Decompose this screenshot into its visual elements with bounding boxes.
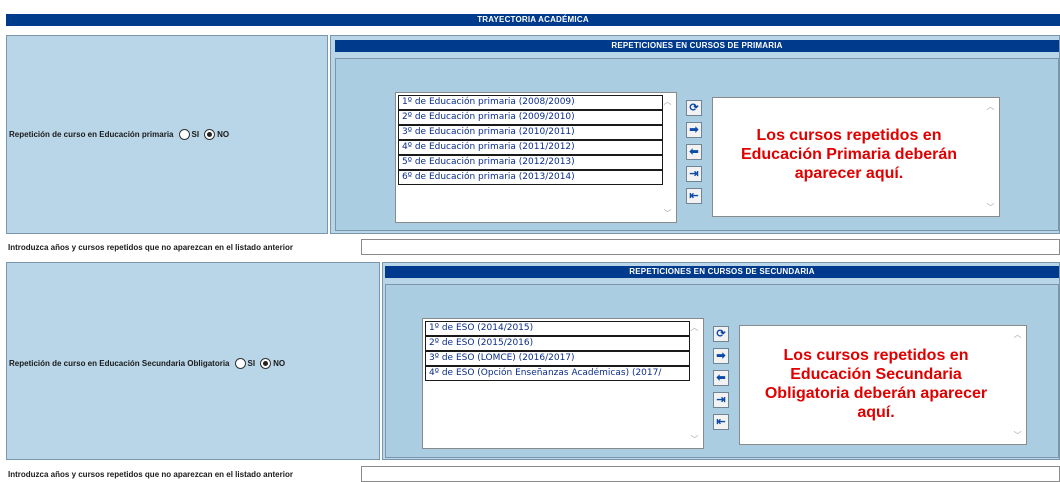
primaria-radio-no[interactable]	[204, 128, 216, 140]
primaria-inner-panel: 1º de Educación primaria (2008/2009) 2º …	[335, 58, 1059, 231]
remove-selected-button[interactable]: ⬅	[713, 370, 729, 386]
primaria-radio-no-label: NO	[217, 129, 230, 139]
section-title: TRAYECTORIA ACADÉMICA	[6, 14, 1060, 26]
primaria-list-scrollbar[interactable]: ︿ ﹀	[660, 94, 675, 221]
secundaria-courses-panel: REPETICIONES EN CURSOS DE SECUNDARIA 1º …	[382, 262, 1060, 460]
secundaria-radio-si[interactable]	[234, 357, 246, 369]
chevron-up-icon[interactable]: ︿	[983, 101, 998, 112]
primaria-radio-si[interactable]	[178, 128, 190, 140]
add-all-button[interactable]: ⇥	[686, 166, 702, 182]
add-selected-button[interactable]: ➡	[686, 122, 702, 138]
arrow-left-bar-icon: ⇤	[716, 415, 726, 428]
primaria-question-label: Repetición de curso en Educación primari…	[9, 129, 174, 139]
secundaria-radio-si-label: SI	[247, 358, 256, 368]
arrow-right-icon: ➡	[689, 123, 699, 136]
secundaria-list-scrollbar[interactable]: ︿ ﹀	[687, 320, 702, 447]
add-selected-button[interactable]: ➡	[713, 348, 729, 364]
list-item[interactable]: 2º de ESO (2015/2016)	[425, 336, 690, 351]
arrow-right-bar-icon: ⇥	[689, 167, 699, 180]
secundaria-question-cell: Repetición de curso en Educación Secunda…	[6, 262, 380, 460]
primaria-message: Los cursos repetidos en Educación Primar…	[740, 127, 958, 182]
primaria-header: REPETICIONES EN CURSOS DE PRIMARIA	[335, 40, 1059, 52]
chevron-down-icon[interactable]: ﹀	[660, 208, 675, 219]
chevron-down-icon[interactable]: ﹀	[687, 434, 702, 445]
primaria-courses-list[interactable]: 1º de Educación primaria (2008/2009) 2º …	[395, 92, 677, 223]
remove-all-button[interactable]: ⇤	[686, 188, 702, 204]
primaria-other-label: Introduzca años y cursos repetidos que n…	[8, 242, 293, 252]
chevron-up-icon[interactable]: ︿	[1010, 329, 1025, 340]
secundaria-radio-no-label: NO	[273, 358, 286, 368]
chevron-down-icon[interactable]: ﹀	[1010, 430, 1025, 441]
refresh-icon: ⟳	[716, 327, 726, 340]
list-item[interactable]: 3º de ESO (LOMCE) (2016/2017)	[425, 351, 690, 366]
list-item[interactable]: 2º de Educación primaria (2009/2010)	[398, 110, 663, 125]
primaria-courses-panel: REPETICIONES EN CURSOS DE PRIMARIA 1º de…	[330, 35, 1060, 234]
arrow-right-bar-icon: ⇥	[716, 393, 726, 406]
primaria-question-cell: Repetición de curso en Educación primari…	[6, 35, 328, 234]
list-item[interactable]: 4º de Educación primaria (2011/2012)	[398, 140, 663, 155]
list-item[interactable]: 6º de Educación primaria (2013/2014)	[398, 170, 663, 185]
secundaria-selected-list[interactable]: Los cursos repetidos en Educación Secund…	[739, 325, 1027, 445]
secundaria-other-label: Introduzca años y cursos repetidos que n…	[8, 469, 293, 479]
secundaria-header: REPETICIONES EN CURSOS DE SECUNDARIA	[385, 266, 1059, 278]
secundaria-selected-scrollbar[interactable]: ︿ ﹀	[1010, 327, 1025, 443]
list-item[interactable]: 4º de ESO (Opción Enseñanzas Académicas)…	[425, 366, 690, 381]
primaria-selected-scrollbar[interactable]: ︿ ﹀	[983, 99, 998, 215]
list-item[interactable]: 5º de Educación primaria (2012/2013)	[398, 155, 663, 170]
secundaria-courses-list[interactable]: 1º de ESO (2014/2015) 2º de ESO (2015/20…	[422, 318, 704, 449]
secundaria-question-label: Repetición de curso en Educación Secunda…	[9, 358, 230, 368]
refresh-button[interactable]: ⟳	[713, 326, 729, 342]
secundaria-other-input[interactable]	[361, 466, 1060, 482]
remove-selected-button[interactable]: ⬅	[686, 144, 702, 160]
arrow-right-icon: ➡	[716, 349, 726, 362]
primaria-selected-list[interactable]: Los cursos repetidos en Educación Primar…	[712, 97, 1000, 217]
list-item[interactable]: 1º de Educación primaria (2008/2009)	[398, 95, 663, 110]
arrow-left-icon: ⬅	[689, 145, 699, 158]
add-all-button[interactable]: ⇥	[713, 392, 729, 408]
list-item[interactable]: 3º de Educación primaria (2010/2011)	[398, 125, 663, 140]
chevron-down-icon[interactable]: ﹀	[983, 202, 998, 213]
refresh-icon: ⟳	[689, 101, 699, 114]
refresh-button[interactable]: ⟳	[686, 100, 702, 116]
secundaria-radio-no[interactable]	[260, 357, 272, 369]
list-item[interactable]: 1º de ESO (2014/2015)	[425, 321, 690, 336]
arrow-left-icon: ⬅	[716, 371, 726, 384]
remove-all-button[interactable]: ⇤	[713, 414, 729, 430]
chevron-up-icon[interactable]: ︿	[660, 96, 675, 107]
secundaria-message: Los cursos repetidos en Educación Secund…	[764, 347, 988, 421]
chevron-up-icon[interactable]: ︿	[687, 322, 702, 333]
secundaria-inner-panel: 1º de ESO (2014/2015) 2º de ESO (2015/20…	[385, 284, 1059, 458]
arrow-left-bar-icon: ⇤	[689, 189, 699, 202]
primaria-radio-si-label: SI	[191, 129, 200, 139]
primaria-other-input[interactable]	[361, 239, 1060, 255]
